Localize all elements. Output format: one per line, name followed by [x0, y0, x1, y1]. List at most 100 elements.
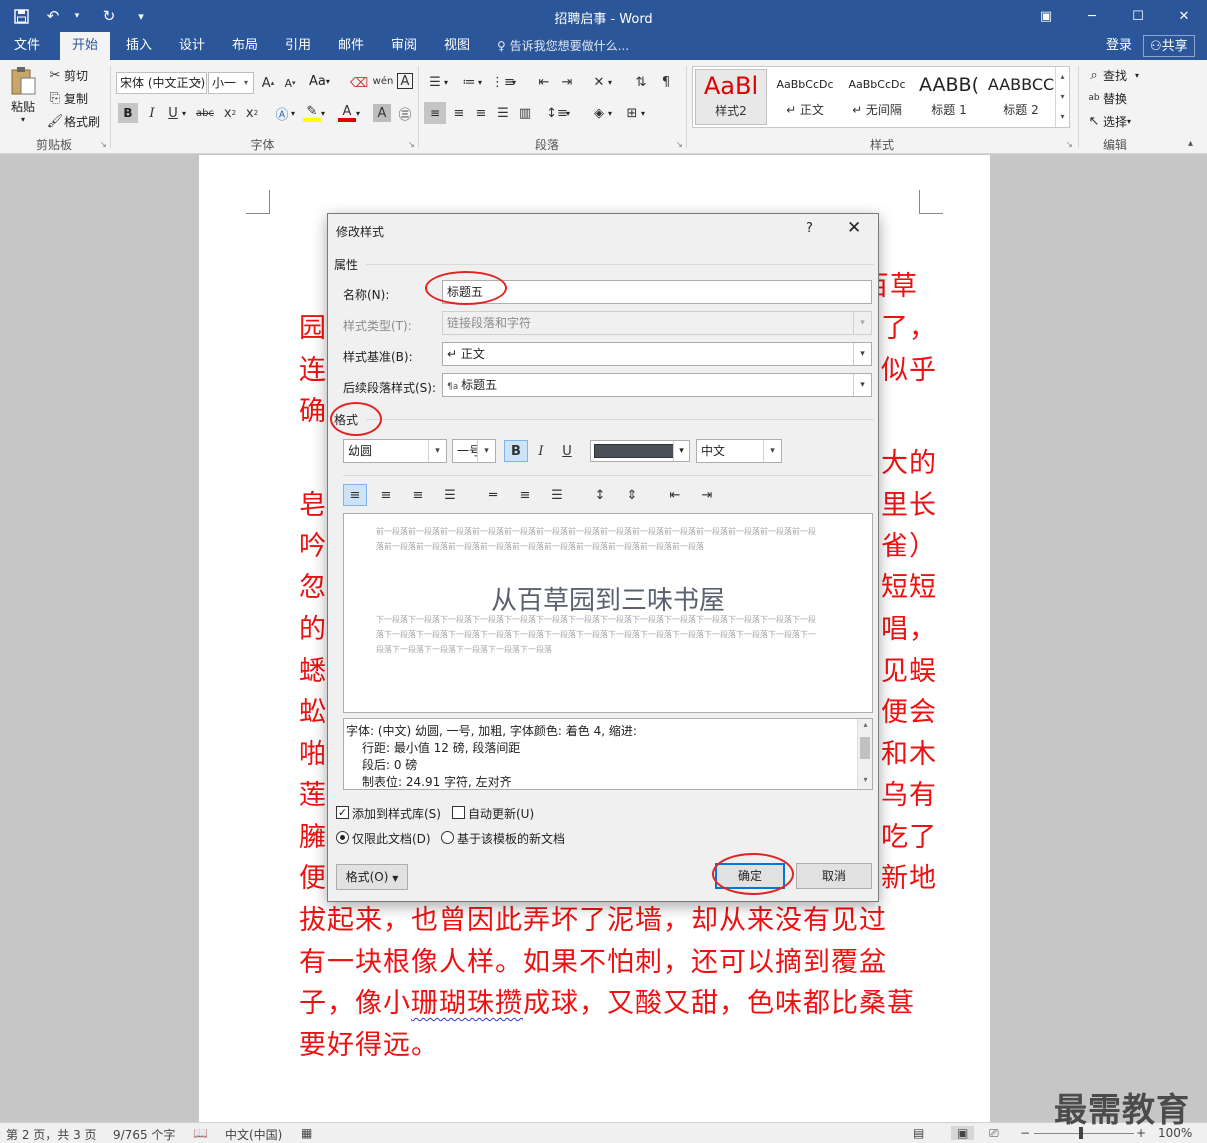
shrink-font-button[interactable]: A ▾: [281, 74, 299, 92]
style-item-heading2[interactable]: AABBCC 标题 2: [985, 69, 1057, 125]
page-count[interactable]: 第 2 页，共 3 页: [6, 1126, 97, 1143]
tab-references[interactable]: 引用: [273, 32, 323, 60]
dialog-size-select[interactable]: 一号 ▾: [452, 439, 496, 463]
multilevel-list-button[interactable]: ⋮≡ ▾: [491, 73, 516, 91]
new-documents-radio[interactable]: [441, 831, 454, 844]
tab-home[interactable]: 开始: [60, 32, 111, 60]
format-painter-button[interactable]: 🖌 格式刷: [46, 112, 100, 130]
close-button[interactable]: ✕: [1161, 0, 1207, 32]
font-color-select[interactable]: ▾: [590, 440, 690, 462]
print-layout-icon[interactable]: ▣: [951, 1126, 975, 1140]
dialog-bold-button[interactable]: B: [504, 440, 528, 462]
superscript-button[interactable]: x2: [243, 104, 261, 122]
font-color-button[interactable]: A ▾: [338, 104, 360, 122]
increase-spacing-button[interactable]: ↕: [588, 484, 612, 506]
style-item-style2[interactable]: AaBl 样式2: [695, 69, 767, 125]
share-button[interactable]: ⚇共享: [1143, 35, 1195, 57]
dialog-font-select[interactable]: 幼圆 ▾: [343, 439, 447, 463]
dialog-justify-button[interactable]: ☰: [438, 484, 462, 506]
cut-button[interactable]: ✂ 剪切: [46, 66, 88, 84]
line-spacing-button[interactable]: ↕≡ ▾: [546, 104, 570, 122]
italic-button[interactable]: I: [143, 104, 161, 122]
sort-button[interactable]: ⇅: [632, 73, 650, 91]
zoom-out-icon[interactable]: −: [1020, 1126, 1030, 1140]
double-spacing-button[interactable]: ☰: [545, 484, 569, 506]
grow-font-button[interactable]: A ▴: [259, 74, 277, 92]
clipboard-launcher-icon[interactable]: ↘: [100, 140, 107, 149]
dialog-italic-button[interactable]: I: [529, 440, 553, 462]
dialog-underline-button[interactable]: U: [555, 440, 579, 462]
tell-me-box[interactable]: ♀ 告诉我您想要做什么...: [497, 32, 629, 60]
align-right-button[interactable]: ≡: [472, 104, 490, 122]
align-center-button[interactable]: ≡: [450, 104, 468, 122]
justify-button[interactable]: ☰: [494, 104, 512, 122]
styles-launcher-icon[interactable]: ↘: [1066, 140, 1073, 149]
numbering-button[interactable]: ≔ ▾: [460, 73, 483, 91]
auto-update-label[interactable]: 自动更新(U): [468, 805, 534, 822]
strikethrough-button[interactable]: abc: [196, 104, 214, 122]
web-layout-icon[interactable]: ⎚: [989, 1126, 999, 1141]
style-item-no-spacing[interactable]: AaBbCcDc ↵ 无间隔: [841, 69, 913, 125]
font-launcher-icon[interactable]: ↘: [408, 140, 415, 149]
dialog-decrease-indent-button[interactable]: ⇤: [663, 484, 687, 506]
auto-update-checkbox[interactable]: [452, 806, 465, 819]
tab-view[interactable]: 视图: [432, 32, 482, 60]
phonetic-guide-button[interactable]: wén: [373, 72, 394, 90]
tab-review[interactable]: 审阅: [379, 32, 429, 60]
chevron-down-icon[interactable]: ▾: [858, 775, 872, 784]
onehalf-spacing-button[interactable]: ≡: [513, 484, 537, 506]
format-menu-button[interactable]: 格式(O) ▼: [336, 864, 408, 890]
replace-button[interactable]: ab 替换: [1085, 89, 1127, 107]
word-count[interactable]: 9/765 个字: [113, 1126, 175, 1143]
login-link[interactable]: 登录: [1106, 32, 1132, 60]
language-status[interactable]: 中文(中国): [225, 1126, 282, 1143]
chevron-down-icon[interactable]: ▾: [1056, 87, 1069, 107]
underline-button[interactable]: U ▾: [164, 104, 186, 122]
text-effects-button[interactable]: Ⓐ ▾: [273, 104, 295, 123]
script-select[interactable]: 中文 ▾: [696, 439, 782, 463]
proofing-icon[interactable]: 📖: [193, 1126, 208, 1140]
change-case-button[interactable]: Aa ▾: [309, 74, 330, 89]
borders-button[interactable]: ⊞ ▾: [623, 104, 645, 122]
expand-gallery-icon[interactable]: ▾: [1056, 107, 1069, 127]
close-icon[interactable]: ✕: [847, 218, 861, 238]
add-to-gallery-label[interactable]: 添加到样式库(S): [352, 805, 441, 822]
font-name-combo[interactable]: 宋体 (中文正文) ▾: [116, 72, 207, 94]
increase-indent-button[interactable]: ⇥: [558, 73, 576, 91]
tab-file[interactable]: 文件: [2, 32, 52, 60]
dialog-align-center-button[interactable]: ≡: [374, 484, 398, 506]
help-button[interactable]: ?: [806, 221, 813, 236]
read-mode-icon[interactable]: ▤: [913, 1126, 924, 1140]
chevron-up-icon[interactable]: ▴: [858, 720, 872, 729]
subscript-button[interactable]: x2: [221, 104, 239, 122]
highlight-button[interactable]: ✎ ▾: [303, 104, 325, 122]
style-based-on-select[interactable]: ↵ 正文 ▾: [442, 342, 872, 366]
find-button[interactable]: ⌕ 查找 ▾: [1085, 66, 1139, 84]
style-name-input[interactable]: 标题五: [442, 280, 872, 304]
styles-gallery-scroll[interactable]: ▴ ▾ ▾: [1055, 67, 1069, 127]
distribute-button[interactable]: ▥: [516, 104, 534, 122]
bold-button[interactable]: B: [118, 103, 138, 123]
tab-mailings[interactable]: 邮件: [326, 32, 376, 60]
tab-layout[interactable]: 布局: [220, 32, 270, 60]
zoom-slider-track[interactable]: [1034, 1133, 1134, 1134]
show-marks-button[interactable]: ¶: [657, 73, 675, 91]
maximize-button[interactable]: ☐: [1115, 0, 1161, 32]
tab-insert[interactable]: 插入: [114, 32, 164, 60]
next-paragraph-select[interactable]: ¶a 标题五 ▾: [442, 373, 872, 397]
style-item-heading1[interactable]: AABB( 标题 1: [913, 69, 985, 125]
character-border-button[interactable]: A: [397, 73, 413, 89]
new-documents-label[interactable]: 基于该模板的新文档: [457, 830, 565, 847]
single-spacing-button[interactable]: ═: [481, 484, 505, 506]
only-this-document-radio[interactable]: [336, 831, 349, 844]
collapse-ribbon-icon[interactable]: ▴: [1188, 138, 1193, 149]
paste-button[interactable]: 粘贴 ▾: [8, 66, 38, 124]
dialog-align-right-button[interactable]: ≡: [406, 484, 430, 506]
tab-design[interactable]: 设计: [167, 32, 217, 60]
cancel-button[interactable]: 取消: [796, 863, 872, 889]
copy-button[interactable]: ⎘ 复制: [46, 89, 88, 107]
chinese-layout-button[interactable]: ✕ ▾: [590, 73, 612, 91]
chevron-up-icon[interactable]: ▴: [1056, 67, 1069, 87]
paragraph-launcher-icon[interactable]: ↘: [676, 140, 683, 149]
style-item-normal[interactable]: AaBbCcDc ↵ 正文: [769, 69, 841, 125]
